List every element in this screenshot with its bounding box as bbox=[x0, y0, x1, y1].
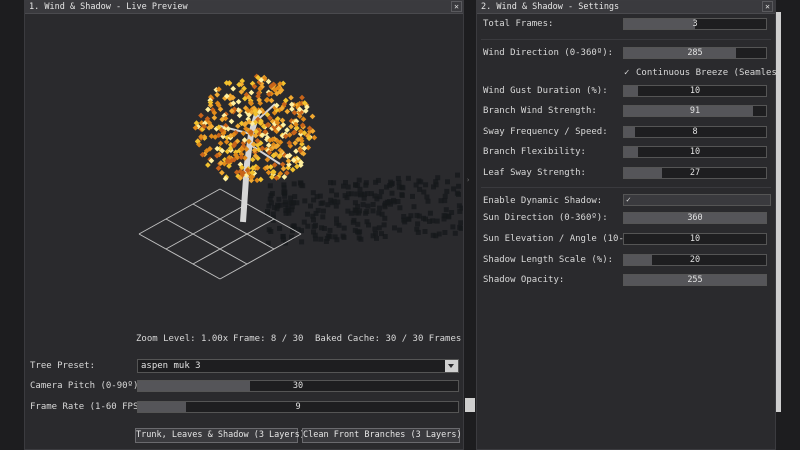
camera-pitch-slider[interactable]: 30 bbox=[137, 380, 459, 392]
splitter-handle[interactable] bbox=[465, 398, 475, 412]
frame-rate-value: 9 bbox=[295, 402, 301, 412]
branch-flexibility-slider[interactable]: 10 bbox=[623, 146, 767, 158]
leaf-sway-strength-value: 27 bbox=[689, 168, 701, 178]
tree-preset-label: Tree Preset: bbox=[30, 361, 96, 371]
sun-direction-slider[interactable]: 360 bbox=[623, 212, 767, 224]
settings-titlebar[interactable]: 2. Wind & Shadow - Settings bbox=[477, 1, 775, 14]
panel-splitter[interactable]: › bbox=[464, 0, 476, 450]
window-title: 1. Wind & Shadow - Live Preview bbox=[29, 2, 188, 12]
enable-dynamic-shadow-row: Enable Dynamic Shadow: ✓ bbox=[477, 193, 775, 209]
camera-pitch-label: Camera Pitch (0-90º): bbox=[30, 381, 144, 391]
separator bbox=[481, 187, 771, 188]
wind-gust-duration-label: Wind Gust Duration (%): bbox=[483, 86, 608, 96]
window-title: 2. Wind & Shadow - Settings bbox=[481, 2, 620, 12]
sway-frequency-row: Sway Frequency / Speed: 8 bbox=[477, 124, 775, 140]
wind-direction-slider[interactable]: 285 bbox=[623, 47, 767, 59]
sway-frequency-value: 8 bbox=[692, 127, 698, 137]
live-preview-window: 1. Wind & Shadow - Live Preview Zoom Lev… bbox=[24, 0, 464, 450]
total-frames-slider[interactable]: 3 bbox=[623, 18, 767, 30]
wind-direction-label: Wind Direction (0-360º): bbox=[483, 48, 614, 58]
shadow-opacity-slider[interactable]: 255 bbox=[623, 274, 767, 286]
sun-direction-value: 360 bbox=[687, 213, 703, 223]
continuous-breeze-row[interactable]: ✓ Continuous Breeze (Seamless L bbox=[477, 65, 793, 81]
ground-grid bbox=[138, 188, 302, 280]
sun-elevation-row: Sun Elevation / Angle (10-85º): 10 bbox=[477, 231, 775, 247]
close-icon[interactable]: ✕ bbox=[762, 1, 773, 12]
sun-direction-row: Sun Direction (0-360º): 360 bbox=[477, 210, 775, 226]
sun-elevation-slider[interactable]: 10 bbox=[623, 233, 767, 245]
continuous-breeze-label: Continuous Breeze (Seamless L bbox=[636, 68, 794, 78]
leaf-sway-strength-slider[interactable]: 27 bbox=[623, 167, 767, 179]
tree-preset-select[interactable]: aspen muk 3 bbox=[137, 359, 459, 373]
wind-gust-duration-slider[interactable]: 10 bbox=[623, 85, 767, 97]
sway-frequency-slider[interactable]: 8 bbox=[623, 126, 767, 138]
scrollbar-thumb[interactable] bbox=[776, 12, 781, 412]
grip-icon: › bbox=[466, 176, 471, 184]
checkmark-icon: ✓ bbox=[626, 195, 631, 204]
branch-wind-strength-row: Branch Wind Strength: 91 bbox=[477, 103, 775, 119]
tree-preview-render bbox=[138, 73, 463, 280]
live-preview-titlebar[interactable]: 1. Wind & Shadow - Live Preview bbox=[25, 1, 463, 14]
shadow-length-slider[interactable]: 20 bbox=[623, 254, 767, 266]
total-frames-value: 3 bbox=[692, 19, 698, 29]
wind-gust-duration-row: Wind Gust Duration (%): 10 bbox=[477, 83, 775, 99]
zoom-level-text: Zoom Level: 1.00x bbox=[136, 334, 229, 344]
close-icon[interactable]: ✕ bbox=[451, 1, 462, 12]
separator bbox=[481, 39, 771, 40]
frame-rate-row: Frame Rate (1-60 FPS): 9 bbox=[25, 399, 463, 415]
baked-cache-text: Baked Cache: 30 / 30 Frames bbox=[315, 334, 462, 344]
camera-pitch-value: 30 bbox=[292, 381, 304, 391]
total-frames-row: Total Frames: 3 bbox=[477, 16, 775, 32]
branch-wind-strength-slider[interactable]: 91 bbox=[623, 105, 767, 117]
leaf-sway-strength-label: Leaf Sway Strength: bbox=[483, 168, 586, 178]
wind-gust-duration-value: 10 bbox=[689, 86, 701, 96]
settings-window: 2. Wind & Shadow - Settings Total Frames… bbox=[476, 0, 793, 450]
shadow-length-row: Shadow Length Scale (%): 20 bbox=[477, 252, 775, 268]
tree-shadow bbox=[265, 172, 463, 246]
clean-front-branches-button[interactable]: Clean Front Branches (3 Layers) bbox=[302, 428, 462, 443]
sun-direction-label: Sun Direction (0-360º): bbox=[483, 213, 608, 223]
trunk-leaves-shadow-button[interactable]: Trunk, Leaves & Shadow (3 Layers) bbox=[135, 428, 305, 443]
settings-scrollbar[interactable] bbox=[776, 0, 800, 450]
leaf-sway-strength-row: Leaf Sway Strength: 27 bbox=[477, 165, 775, 181]
shadow-length-value: 20 bbox=[689, 255, 701, 265]
shadow-length-label: Shadow Length Scale (%): bbox=[483, 255, 614, 265]
shadow-opacity-value: 255 bbox=[687, 275, 703, 285]
sway-frequency-label: Sway Frequency / Speed: bbox=[483, 127, 608, 137]
enable-dynamic-shadow-checkbox[interactable]: ✓ bbox=[623, 194, 771, 206]
branch-flexibility-label: Branch Flexibility: bbox=[483, 147, 586, 157]
enable-dynamic-shadow-label: Enable Dynamic Shadow: bbox=[483, 196, 603, 206]
frame-rate-label: Frame Rate (1-60 FPS): bbox=[30, 402, 150, 412]
tree-preset-row: Tree Preset: aspen muk 3 bbox=[25, 358, 463, 374]
tree-preview-canvas[interactable]: Zoom Level: 1.00x Frame: 8 / 30 Baked Ca… bbox=[25, 14, 463, 349]
branch-flexibility-row: Branch Flexibility: 10 bbox=[477, 144, 775, 160]
total-frames-label: Total Frames: bbox=[483, 19, 554, 29]
wind-direction-row: Wind Direction (0-360º): 285 bbox=[477, 45, 775, 61]
branch-wind-strength-value: 91 bbox=[689, 106, 701, 116]
chevron-down-icon[interactable] bbox=[445, 360, 458, 372]
frame-rate-slider[interactable]: 9 bbox=[137, 401, 459, 413]
wind-direction-value: 285 bbox=[687, 48, 703, 58]
branch-flexibility-value: 10 bbox=[689, 147, 701, 157]
tree-preset-value: aspen muk 3 bbox=[141, 361, 201, 371]
shadow-opacity-label: Shadow Opacity: bbox=[483, 275, 565, 285]
sun-elevation-value: 10 bbox=[689, 234, 701, 244]
frame-counter-text: Frame: 8 / 30 bbox=[233, 334, 304, 344]
branch-wind-strength-label: Branch Wind Strength: bbox=[483, 106, 597, 116]
shadow-opacity-row: Shadow Opacity: 255 bbox=[477, 272, 775, 288]
camera-pitch-row: Camera Pitch (0-90º): 30 bbox=[25, 378, 463, 394]
checkmark-icon[interactable]: ✓ bbox=[624, 68, 629, 78]
